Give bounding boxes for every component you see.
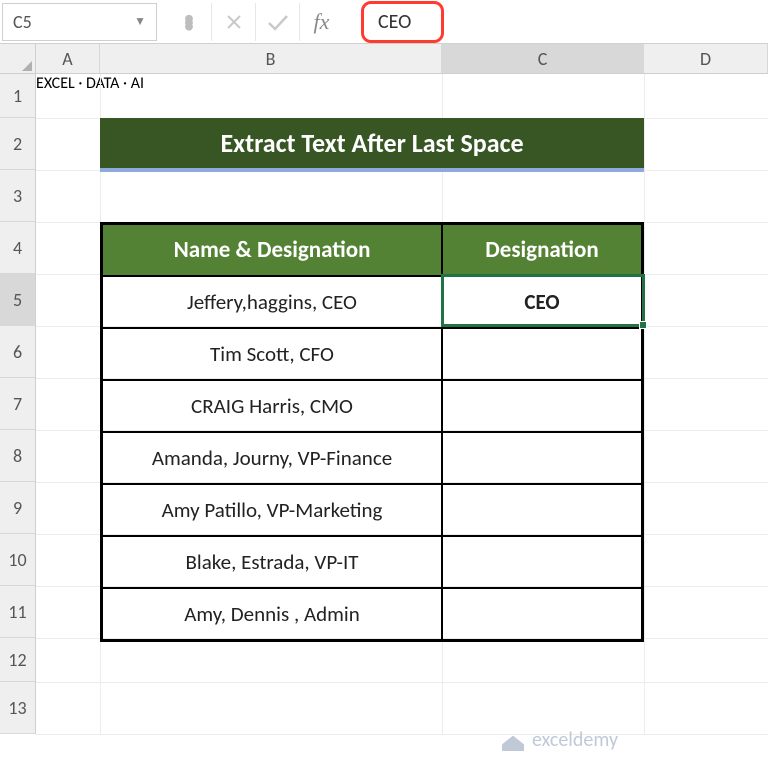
logo-icon — [502, 729, 524, 751]
row-header-8[interactable]: 8 — [0, 430, 35, 482]
formula-bar: C5 ▼ ••• fx CEO — [0, 0, 768, 44]
enter-icon[interactable] — [255, 3, 299, 41]
table-row: CRAIG Harris, CMO — [102, 380, 642, 432]
column-headers: A B C D — [0, 44, 768, 74]
row-header-3[interactable]: 3 — [0, 170, 35, 222]
col-header-D[interactable]: D — [644, 44, 768, 73]
dropdown-icon[interactable]: ▼ — [134, 14, 146, 29]
row-header-6[interactable]: 6 — [0, 326, 35, 378]
table-header-row: Name & Designation Designation — [102, 224, 642, 276]
table-row: Amy, Dennis , Admin — [102, 588, 642, 640]
row-header-12[interactable]: 12 — [0, 638, 35, 682]
row-header-9[interactable]: 9 — [0, 482, 35, 534]
cell-name[interactable]: Jeffery,haggins, CEO — [102, 276, 442, 328]
cell-name[interactable]: Blake, Estrada, VP-IT — [102, 536, 442, 588]
header-designation[interactable]: Designation — [442, 224, 642, 276]
row-headers: 1 2 3 4 5 6 7 8 9 10 11 12 13 — [0, 74, 36, 734]
more-icon[interactable]: ••• — [167, 3, 211, 41]
cell-name[interactable]: Amy Patillo, VP-Marketing — [102, 484, 442, 536]
cell-name[interactable]: Amanda, Journy, VP-Finance — [102, 432, 442, 484]
row-header-7[interactable]: 7 — [0, 378, 35, 430]
formula-value: CEO — [361, 1, 444, 43]
row-header-1[interactable]: 1 — [0, 74, 35, 118]
cell-name[interactable]: CRAIG Harris, CMO — [102, 380, 442, 432]
watermark-brand: exceldemy — [532, 728, 618, 752]
page-title: Extract Text After Last Space — [100, 118, 644, 172]
select-all-triangle[interactable] — [0, 44, 36, 73]
cell-designation[interactable] — [442, 536, 642, 588]
watermark-tagline: EXCEL · DATA · AI — [36, 74, 768, 93]
row-header-2[interactable]: 2 — [0, 118, 35, 170]
watermark: exceldemy — [502, 728, 618, 752]
name-box-value: C5 — [13, 11, 32, 33]
cells-area[interactable]: Extract Text After Last Space Name & Des… — [36, 74, 768, 734]
cancel-icon[interactable] — [211, 3, 255, 41]
cell-designation[interactable] — [442, 588, 642, 640]
header-name[interactable]: Name & Designation — [102, 224, 442, 276]
table-row: Tim Scott, CFO — [102, 328, 642, 380]
cell-designation[interactable] — [442, 328, 642, 380]
table-row: Blake, Estrada, VP-IT — [102, 536, 642, 588]
cell-name[interactable]: Amy, Dennis , Admin — [102, 588, 442, 640]
row-header-11[interactable]: 11 — [0, 586, 35, 638]
name-box[interactable]: C5 ▼ — [2, 3, 157, 41]
cell-name[interactable]: Tim Scott, CFO — [102, 328, 442, 380]
col-header-B[interactable]: B — [100, 44, 442, 73]
cell-designation[interactable] — [442, 380, 642, 432]
table-row: Amanda, Journy, VP-Finance — [102, 432, 642, 484]
row-header-5[interactable]: 5 — [0, 274, 35, 326]
fx-icon[interactable]: fx — [299, 3, 343, 41]
row-header-4[interactable]: 4 — [0, 222, 35, 274]
row-header-13[interactable]: 13 — [0, 682, 35, 734]
grid: 1 2 3 4 5 6 7 8 9 10 11 12 13 Extract Te… — [0, 74, 768, 734]
cell-designation[interactable] — [442, 484, 642, 536]
formula-input[interactable]: CEO — [343, 3, 768, 41]
data-table: Name & Designation Designation Jeffery,h… — [100, 222, 644, 642]
table-row: Jeffery,haggins, CEO CEO — [102, 276, 642, 328]
col-header-C[interactable]: C — [442, 44, 644, 73]
table-row: Amy Patillo, VP-Marketing — [102, 484, 642, 536]
cell-designation[interactable]: CEO — [442, 276, 642, 328]
cell-designation[interactable] — [442, 432, 642, 484]
col-header-A[interactable]: A — [36, 44, 100, 73]
row-header-10[interactable]: 10 — [0, 534, 35, 586]
